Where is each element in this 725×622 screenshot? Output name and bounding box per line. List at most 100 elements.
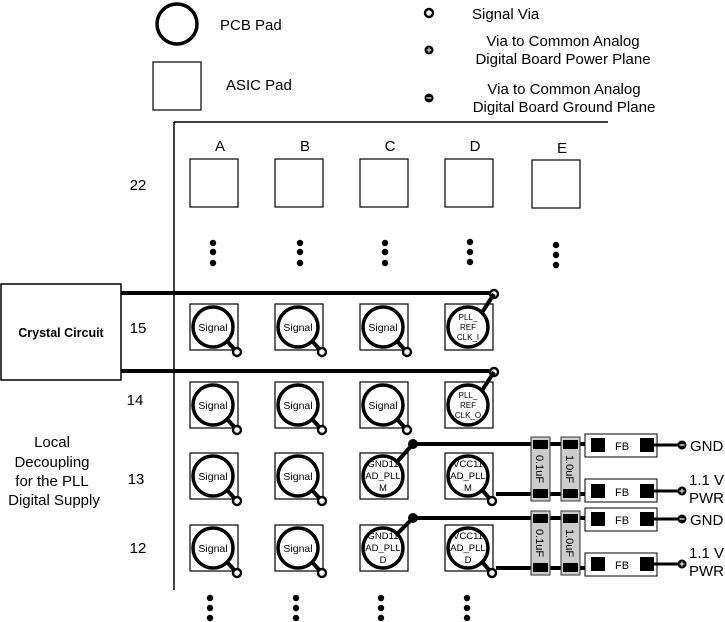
row-label-22: 22 — [130, 177, 147, 194]
ferrite-bead-label: FB — [615, 560, 629, 572]
ground-via-icon — [424, 93, 434, 103]
ferrite-bead-pwr-d: FB — [584, 552, 658, 577]
legend-power-via-label-1: Via to Common Analog — [486, 33, 639, 50]
capacitor-label: 0.1uF — [533, 529, 545, 557]
column-headers: A B C D E — [215, 138, 567, 157]
signal-via-icon — [401, 424, 413, 436]
pcb-pad-icon — [155, 2, 199, 46]
via-icon — [408, 513, 418, 523]
pad-b12: Signal — [274, 524, 328, 579]
pad-a14: Signal — [189, 381, 243, 436]
row-label-14: 14 — [127, 392, 144, 409]
capacitor-1.0uF-d: 1.0uF — [560, 510, 581, 576]
pad-label: Signal — [198, 400, 227, 412]
pad-label: Signal — [198, 471, 227, 483]
via-icon — [408, 439, 418, 449]
pad-a15: Signal — [189, 303, 243, 358]
ellipsis-icon — [552, 241, 560, 269]
pad-label: AD_PLL — [450, 543, 485, 554]
pad-label: REF — [460, 401, 476, 410]
signal-via-icon — [316, 495, 328, 507]
pad-label: AD_PLL — [365, 471, 400, 482]
capacitor-label: 1.0uF — [563, 455, 575, 483]
asic-pad-e22 — [531, 159, 581, 209]
signal-via-icon — [486, 567, 498, 579]
signal-via-icon — [231, 495, 243, 507]
pad-label: Signal — [198, 543, 227, 555]
signal-via-icon — [316, 346, 328, 358]
pad-c13: GND11AD_PLLM — [359, 439, 418, 500]
pad-label: CLK_I — [457, 333, 479, 342]
signal-via-icon — [401, 346, 413, 358]
capacitor-0.1uF-d: 0.1uF — [530, 510, 551, 576]
asic-pad-b22 — [274, 158, 324, 208]
pad-label: Signal — [368, 400, 397, 412]
pad-a12: Signal — [189, 524, 243, 579]
signal-via-icon — [231, 346, 243, 358]
column-header-b: B — [300, 138, 310, 155]
ferrite-bead-label: FB — [615, 515, 629, 527]
asic-pad-icon — [152, 61, 202, 111]
pwr-label-d-line-2: PWR — [689, 563, 724, 580]
pad-label: GND11 — [368, 531, 399, 542]
decoupling-label-line-3: for the PLL — [15, 473, 88, 490]
legend-pcb-pad-label: PCB Pad — [220, 17, 282, 34]
signal-via-icon — [423, 7, 435, 19]
pad-label: Signal — [283, 400, 312, 412]
ferrite-bead-gnd-m: FB — [584, 433, 658, 458]
pad-label: PLL_ — [459, 313, 478, 322]
asic-pad-a22 — [189, 158, 239, 208]
pad-label: CLK_O — [455, 411, 481, 420]
legend-asic-pad-label: ASIC Pad — [226, 77, 292, 94]
pad-c12: GND11AD_PLLD — [359, 513, 418, 572]
pad-label: Signal — [198, 322, 227, 334]
gnd-label-m: GND — [690, 438, 724, 455]
pad-label: M — [379, 483, 387, 494]
pad-d12: VCC11AD_PLLD — [444, 524, 498, 579]
asic-pad-c22 — [359, 158, 409, 208]
pad-label: VCC11 — [453, 531, 483, 542]
decoupling-label-line-1: Local — [34, 434, 70, 451]
pad-label: D — [380, 555, 387, 566]
power-via-icon — [677, 486, 687, 496]
asic-pad-d22 — [444, 158, 494, 208]
ellipsis-icon — [292, 594, 300, 622]
crystal-circuit-label: Crystal Circuit — [18, 326, 104, 340]
pad-d13: VCC11AD_PLLM — [444, 452, 498, 507]
legend-signal-via-label: Signal Via — [472, 6, 540, 23]
signal-via-icon — [316, 567, 328, 579]
pad-c14: Signal — [359, 381, 413, 436]
pad-label: M — [464, 483, 472, 494]
gnd-label-d: GND — [690, 512, 724, 529]
row-label-13: 13 — [128, 471, 145, 488]
decoupling-label-line-2: Decoupling — [14, 454, 89, 471]
column-header-c: C — [385, 138, 396, 155]
ferrite-bead-gnd-d: FB — [584, 507, 658, 532]
ellipsis-icon — [209, 239, 217, 267]
ellipsis-icon — [377, 594, 385, 622]
power-via-icon — [677, 559, 687, 569]
row-labels: 22 15 14 13 12 — [127, 177, 147, 557]
pll-pcb-layout-diagram: PCB Pad ASIC Pad Signal Via Via to Commo… — [0, 2, 724, 622]
signal-via-icon — [486, 495, 498, 507]
pad-label: VCC11 — [453, 459, 483, 470]
signal-via-icon — [231, 424, 243, 436]
pad-label: AD_PLL — [365, 543, 400, 554]
pwr-label-d-line-1: 1.1 V — [689, 545, 724, 562]
pad-label: PLL_ — [459, 391, 478, 400]
pad-b15: Signal — [274, 303, 328, 358]
pad-b14: Signal — [274, 381, 328, 436]
crystal-circuit: Crystal Circuit — [0, 283, 122, 381]
pad-label: Signal — [283, 543, 312, 555]
row-22-pads — [189, 158, 581, 209]
legend-power-via-label-2: Digital Board Power Plane — [475, 51, 650, 68]
capacitor-0.1uF-m: 0.1uF — [530, 436, 551, 502]
legend-ground-via-label-2: Digital Board Ground Plane — [473, 99, 656, 116]
signal-via-icon — [316, 424, 328, 436]
pad-label: GND11 — [368, 459, 399, 470]
capacitor-1.0uF-m: 1.0uF — [560, 436, 581, 502]
ground-via-icon — [677, 514, 687, 524]
decoupling-label: Local Decoupling for the PLL Digital Sup… — [8, 434, 100, 509]
ellipsis-icon — [466, 238, 474, 266]
pad-a13: Signal — [189, 452, 243, 507]
